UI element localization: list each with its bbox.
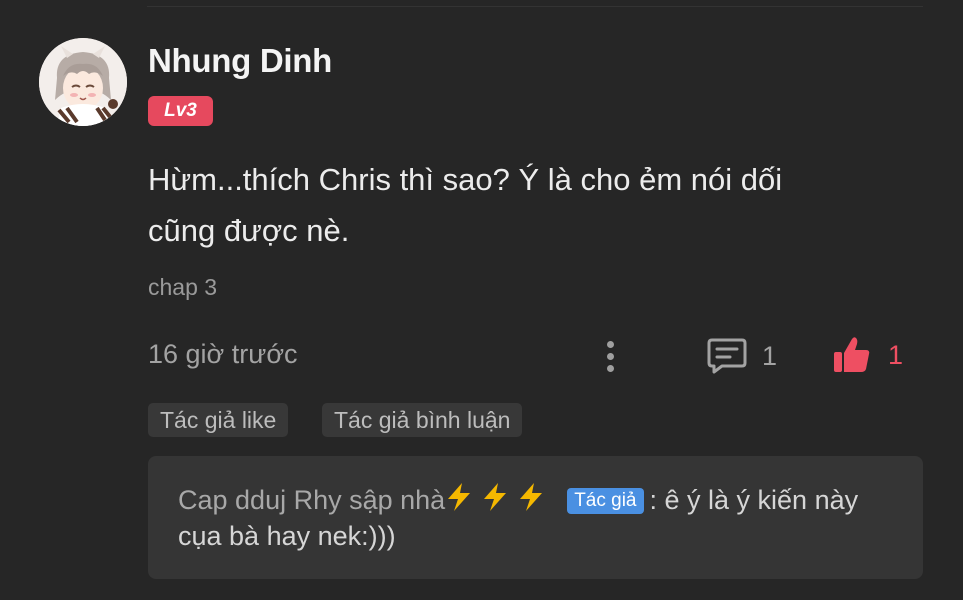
avatar-illustration bbox=[39, 38, 127, 126]
reply-button[interactable]: 1 bbox=[706, 334, 777, 378]
author-badge: Tác giả bbox=[567, 488, 644, 514]
author-comment-tag: Tác giả bình luận bbox=[322, 403, 523, 437]
like-count: 1 bbox=[888, 339, 904, 370]
reply-author-name[interactable]: Cap dduj Rhy sập nhà bbox=[178, 485, 445, 515]
top-divider bbox=[147, 6, 923, 7]
comment-screen: Nhung Dinh Lv3 Hừm...thích Chris thì sao… bbox=[0, 0, 963, 600]
author-like-tag: Tác giả like bbox=[148, 403, 289, 437]
reply-count: 1 bbox=[762, 340, 778, 371]
lightning-bolt-icon bbox=[520, 483, 543, 511]
vertical-dots-icon bbox=[606, 340, 614, 348]
more-options-button[interactable] bbox=[596, 333, 624, 379]
thumbs-up-icon bbox=[834, 337, 870, 372]
lightning-bolts bbox=[445, 483, 553, 515]
lightning-bolt-icon bbox=[484, 483, 507, 511]
chapter-link[interactable]: chap 3 bbox=[148, 274, 217, 301]
avatar[interactable] bbox=[39, 38, 127, 126]
username[interactable]: Nhung Dinh bbox=[148, 42, 332, 80]
timestamp: 16 giờ trước bbox=[148, 339, 298, 369]
comment-body: Hừm...thích Chris thì sao? Ý là cho ẻm n… bbox=[148, 162, 783, 248]
author-reply[interactable]: Cap dduj Rhy sập nhà Tác giả: ê ý là ý ki… bbox=[148, 456, 923, 579]
comment-bubble-icon bbox=[707, 338, 747, 374]
like-button[interactable]: 1 bbox=[832, 332, 903, 378]
lightning-bolt-icon bbox=[448, 483, 471, 511]
level-badge: Lv3 bbox=[148, 96, 213, 126]
